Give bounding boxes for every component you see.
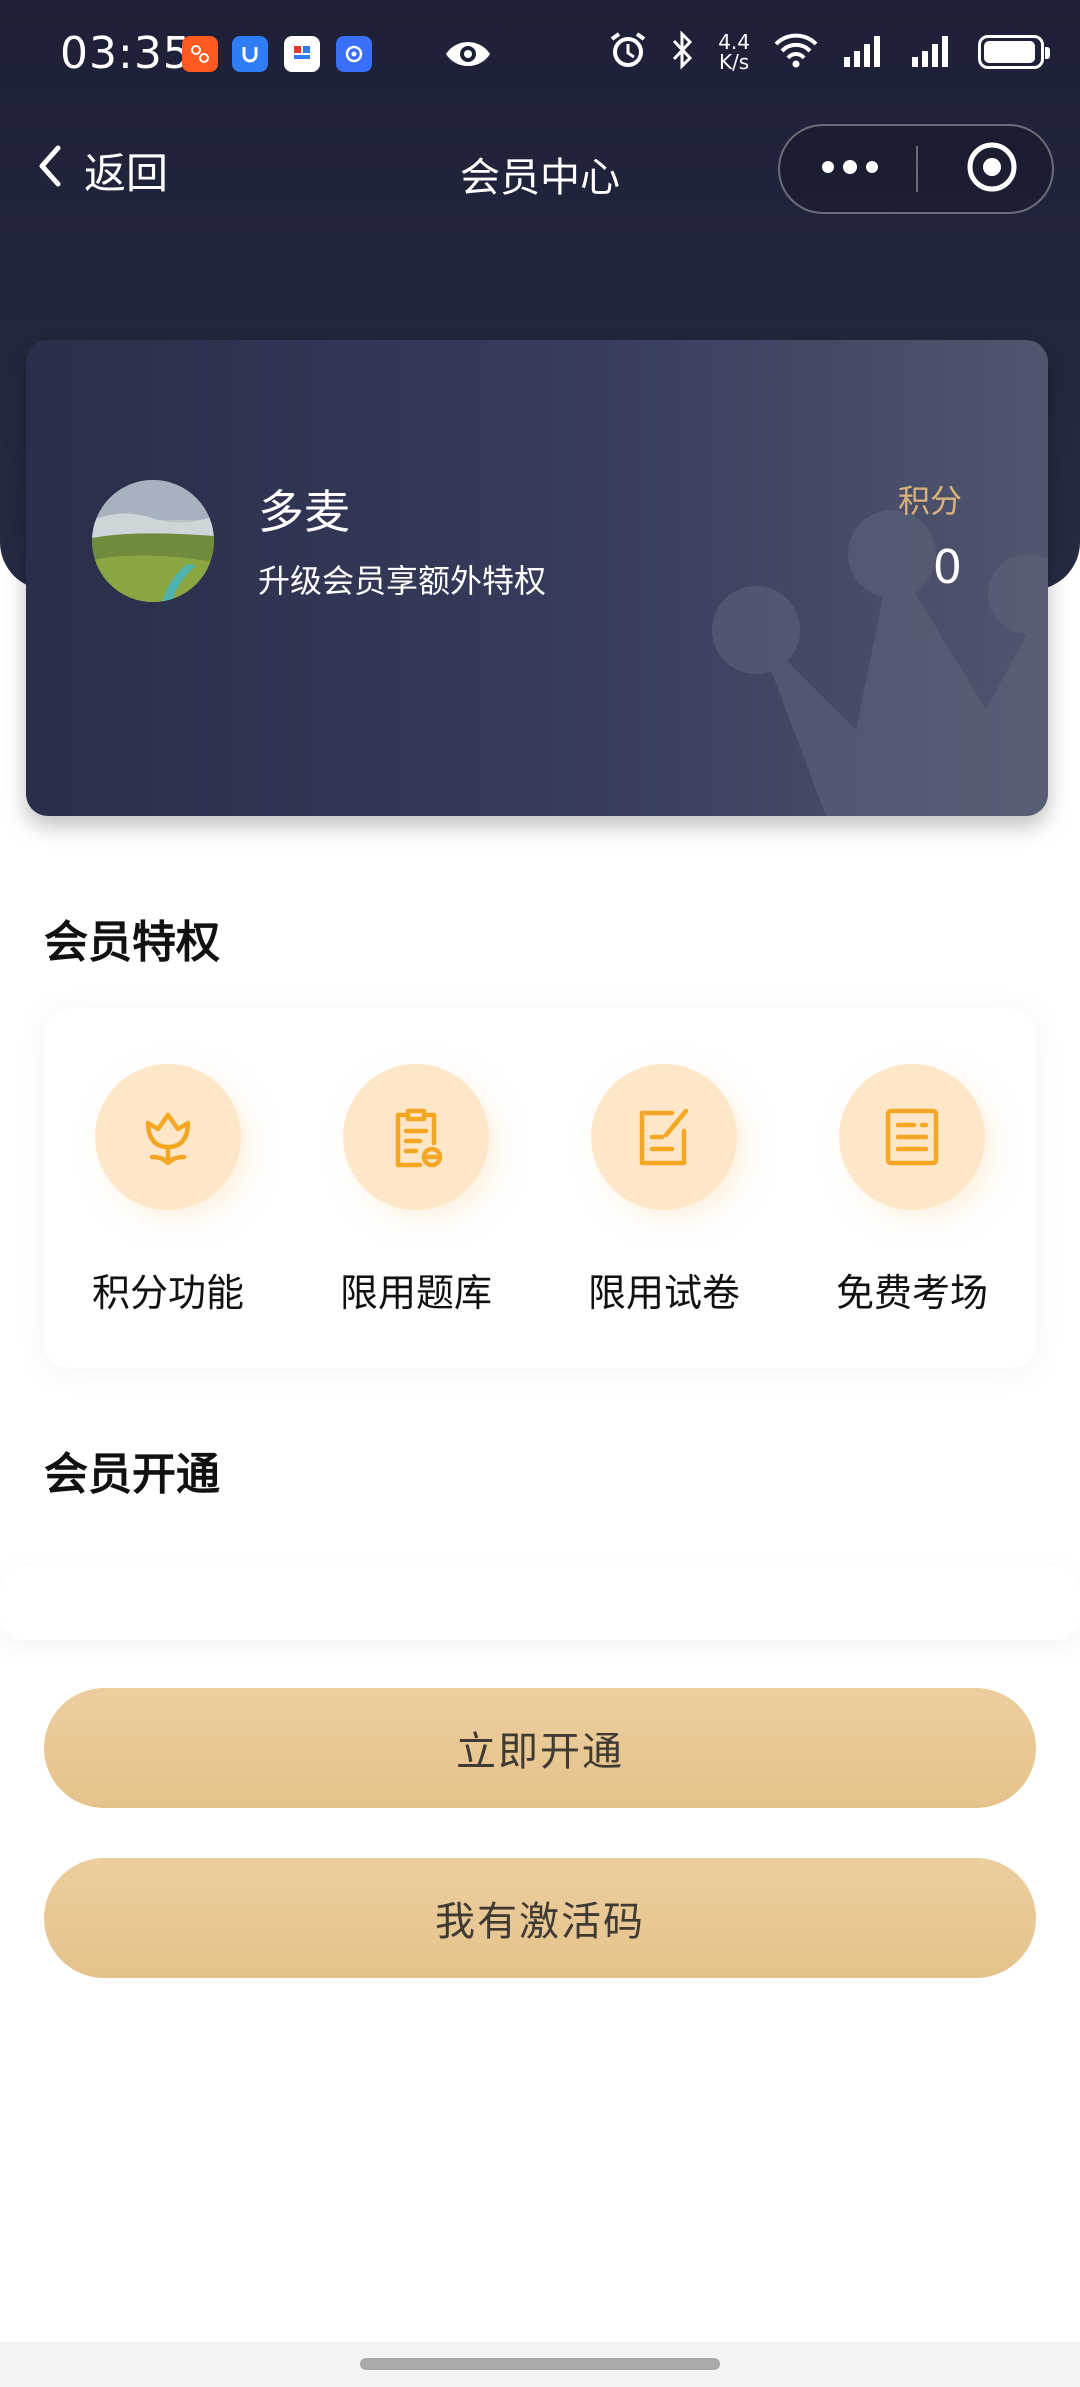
edit-icon — [639, 1108, 689, 1166]
close-button[interactable] — [942, 126, 1042, 212]
privilege-label: 积分功能 — [91, 1271, 244, 1315]
user-name: 多麦 — [258, 485, 350, 539]
privilege-item-exam-papers[interactable]: 限用试卷 — [540, 1064, 788, 1317]
privilege-icon-circle — [95, 1064, 241, 1210]
document-icon — [885, 1108, 939, 1166]
status-bar: 03:35 4.4 K/s — [0, 0, 1080, 110]
member-card: 多麦 升级会员享额外特权 积分 0 — [26, 340, 1048, 816]
status-time: 03:35 — [60, 28, 192, 79]
flower-icon — [145, 1112, 191, 1166]
eye-icon — [444, 34, 492, 78]
network-speed: 4.4 K/s — [718, 32, 750, 72]
privileges-title: 会员特权 — [44, 917, 220, 968]
privilege-item-points[interactable]: 积分功能 — [44, 1064, 292, 1317]
privilege-label: 免费考场 — [835, 1271, 988, 1315]
privilege-icon-circle — [839, 1064, 985, 1210]
privilege-label: 限用题库 — [339, 1271, 492, 1315]
privilege-label: 限用试卷 — [587, 1271, 740, 1315]
signal-icon — [842, 33, 888, 71]
more-dots-icon — [820, 159, 880, 179]
network-speed-value: 4.4 — [718, 30, 750, 54]
page: 03:35 4.4 K/s 返回 会员中心 多麦 升级会员享额外特权 积分 0 … — [0, 0, 1080, 2387]
battery-icon — [978, 35, 1050, 69]
points-value: 0 — [932, 540, 962, 594]
home-gesture-bar[interactable] — [360, 2358, 720, 2370]
member-subtitle: 升级会员享额外特权 — [258, 562, 547, 600]
activation-code-button[interactable]: 我有激活码 — [44, 1858, 1036, 1978]
landscape-avatar-image — [92, 480, 214, 602]
privileges-card: 积分功能 限用题库 限用试卷 免费考场 — [44, 1008, 1036, 1368]
signal-icon — [910, 33, 956, 71]
avatar[interactable] — [92, 480, 214, 602]
miniprogram-capsule — [778, 124, 1054, 214]
app-notification-icon — [182, 36, 218, 72]
app-notification-icon — [336, 36, 372, 72]
battery-level — [984, 41, 1036, 63]
bluetooth-icon — [670, 30, 696, 74]
membership-plans-list[interactable] — [0, 1566, 1080, 1640]
capsule-divider — [916, 146, 918, 192]
app-notification-icon — [232, 36, 268, 72]
target-close-icon — [966, 141, 1018, 197]
privilege-icon-circle — [591, 1064, 737, 1210]
clipboard-icon — [395, 1108, 443, 1168]
activate-now-button[interactable]: 立即开通 — [44, 1688, 1036, 1808]
more-button[interactable] — [800, 126, 900, 212]
privilege-item-question-bank[interactable]: 限用题库 — [292, 1064, 540, 1317]
points-label: 积分 — [897, 482, 962, 520]
status-icons: 4.4 K/s — [608, 30, 1050, 74]
privilege-item-free-exam-room[interactable]: 免费考场 — [788, 1064, 1036, 1317]
app-notification-icon — [284, 36, 320, 72]
crown-watermark-icon — [712, 510, 1048, 816]
network-speed-unit: K/s — [718, 50, 750, 74]
wifi-icon — [772, 30, 820, 74]
alarm-icon — [608, 30, 648, 74]
privilege-icon-circle — [343, 1064, 489, 1210]
membership-title: 会员开通 — [44, 1449, 220, 1500]
